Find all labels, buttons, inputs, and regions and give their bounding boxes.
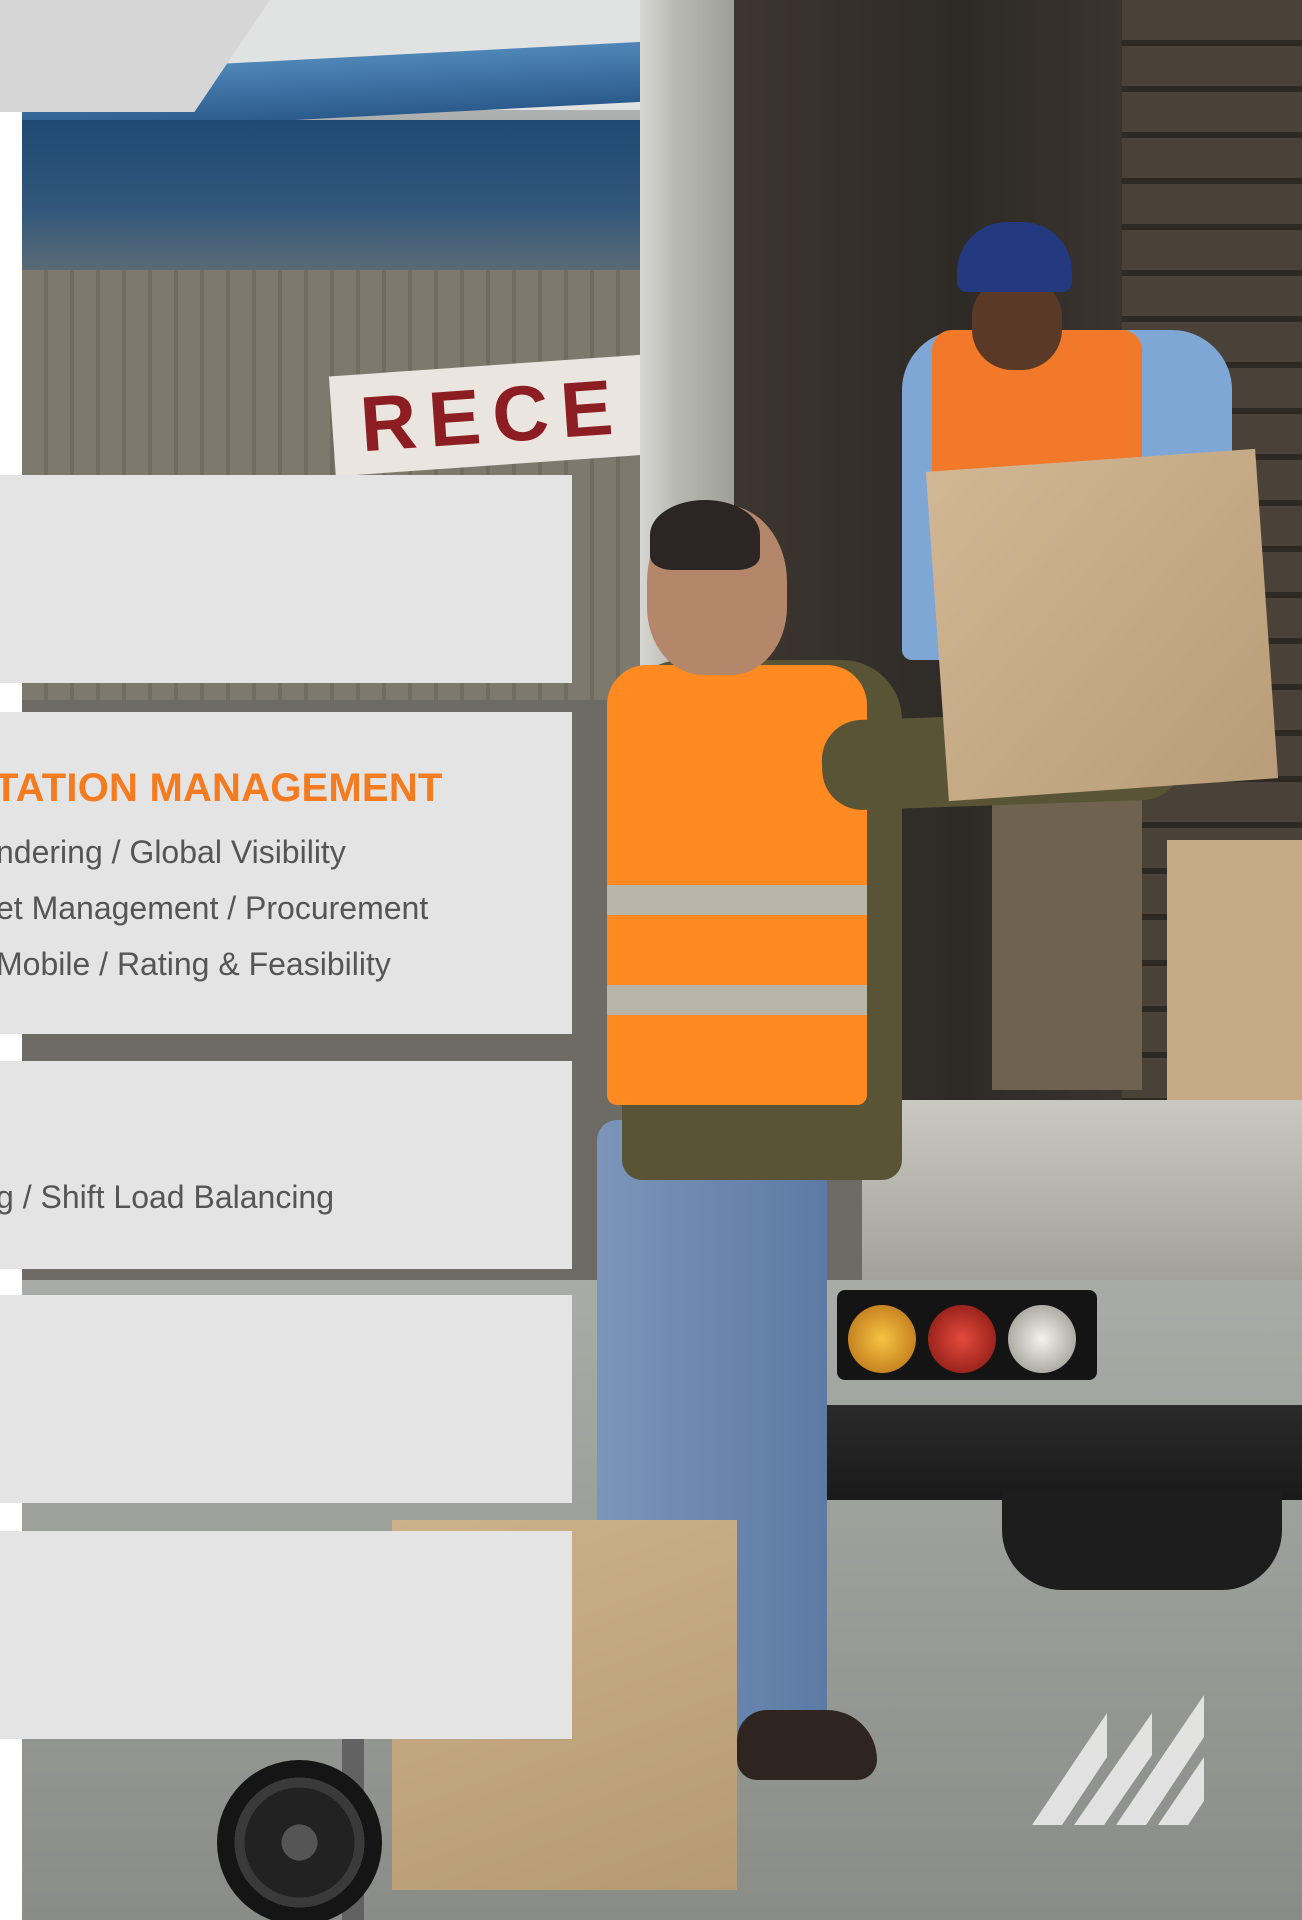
truck-bed [862, 1100, 1302, 1280]
service-panel-3: g / Shift Load Balancing [0, 1061, 572, 1269]
service-panel-4 [0, 1295, 572, 1503]
red-lamp [928, 1305, 996, 1373]
amber-lamp [848, 1305, 916, 1373]
worker-pants [992, 760, 1142, 1090]
hand-truck-wheel [217, 1760, 382, 1920]
worker-hair [650, 500, 760, 570]
panel-line: g / Shift Load Balancing [0, 1179, 335, 1215]
service-panel-1 [0, 475, 572, 683]
worker-face [972, 280, 1062, 370]
panel-line: ndering / Global Visibility [0, 834, 346, 870]
white-lamp [1008, 1305, 1076, 1373]
reflective-stripe [607, 985, 867, 1015]
panel-line: et Management / Procurement [0, 890, 429, 926]
panel-line: Mobile / Rating & Feasibility [0, 946, 391, 982]
reflective-stripe [607, 885, 867, 915]
service-panel-2: TATION MANAGEMENT ndering / Global Visib… [0, 712, 572, 1034]
truck-tire [1002, 1490, 1282, 1590]
worker-boot [737, 1710, 877, 1780]
carried-box [925, 448, 1279, 802]
canopy-beam [22, 120, 642, 270]
service-panel-5 [0, 1531, 572, 1739]
striped-logo-icon [1032, 1695, 1204, 1825]
stacked-box [1167, 840, 1302, 1100]
panel-title: TATION MANAGEMENT [0, 766, 443, 810]
truck-bumper [782, 1405, 1302, 1500]
